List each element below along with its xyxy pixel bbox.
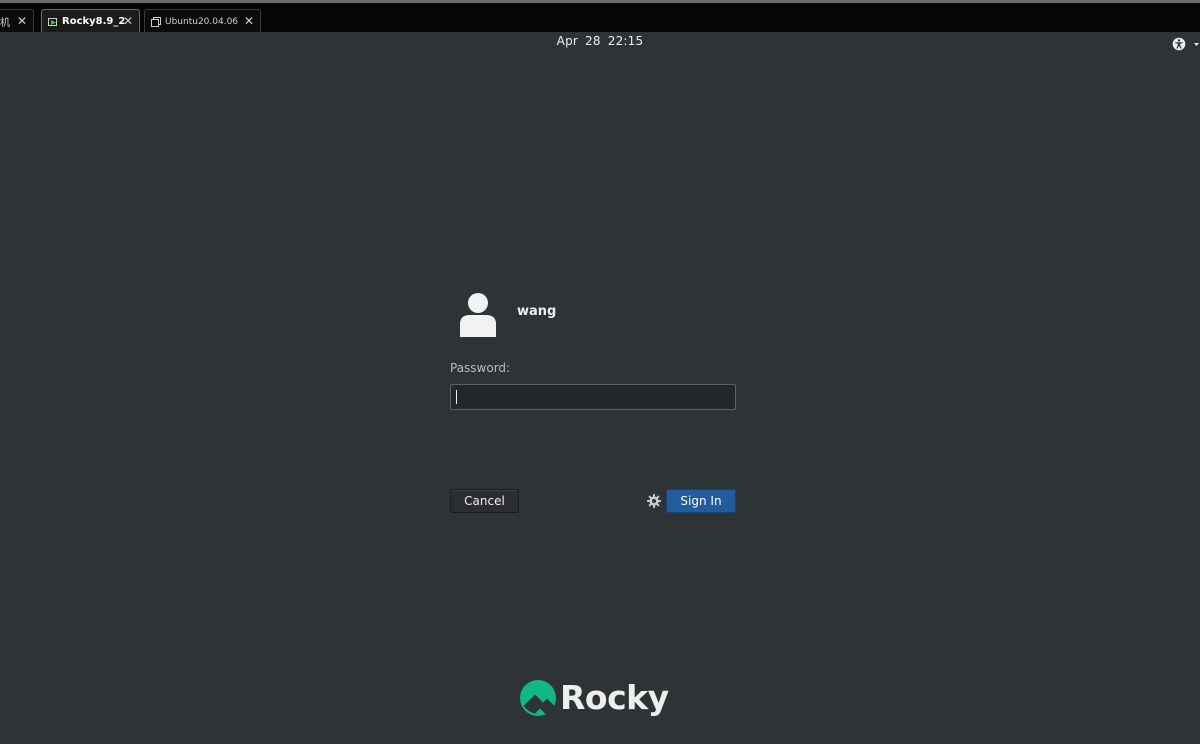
session-settings-button[interactable] bbox=[646, 493, 662, 509]
tab-rocky[interactable]: Rocky8.9_2 ✕ bbox=[41, 9, 140, 33]
tab-partial[interactable]: 机 ✕ bbox=[0, 9, 34, 33]
text-cursor bbox=[456, 390, 457, 404]
close-icon[interactable]: ✕ bbox=[244, 14, 254, 28]
accessibility-menu[interactable] bbox=[1172, 36, 1200, 51]
vm-running-icon bbox=[48, 17, 58, 27]
tab-ubuntu[interactable]: Ubuntu20.04.06 ✕ bbox=[144, 9, 261, 33]
tab-label: Rocky8.9_2 bbox=[62, 16, 126, 27]
username-label: wang bbox=[517, 304, 557, 319]
close-icon[interactable]: ✕ bbox=[123, 14, 133, 28]
sign-in-button[interactable]: Sign In bbox=[666, 489, 736, 513]
vm-icon bbox=[151, 16, 161, 27]
close-icon[interactable]: ✕ bbox=[17, 14, 27, 28]
clock[interactable]: Apr 28 22:15 bbox=[0, 34, 1200, 48]
user-avatar bbox=[457, 292, 499, 338]
rocky-branding: Rocky bbox=[519, 676, 669, 720]
gear-icon bbox=[647, 494, 661, 508]
accessibility-icon bbox=[1172, 37, 1199, 51]
password-field[interactable] bbox=[450, 384, 736, 410]
cancel-button[interactable]: Cancel bbox=[450, 489, 519, 513]
tab-label: Ubuntu20.04.06 bbox=[165, 16, 239, 27]
password-label: Password: bbox=[450, 361, 511, 375]
vm-tab-strip: 机 ✕ Rocky8.9_2 ✕ Ubuntu20.04.06 ✕ bbox=[0, 0, 1200, 33]
avatar-icon bbox=[460, 293, 496, 337]
chevron-down-icon bbox=[1194, 43, 1199, 46]
rocky-logo-text: Rocky bbox=[560, 678, 669, 717]
tab-label: 机 bbox=[0, 18, 10, 29]
top-bar: Apr 28 22:15 bbox=[0, 32, 1200, 54]
rocky-logo-icon bbox=[520, 680, 556, 716]
